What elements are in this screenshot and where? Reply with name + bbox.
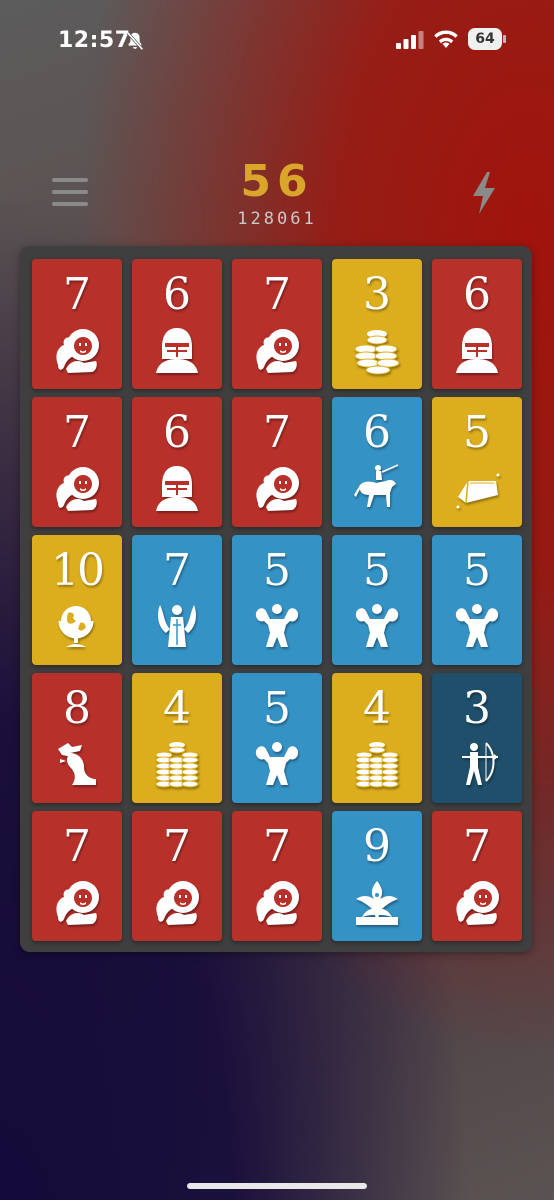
card-value: 4 xyxy=(163,683,191,734)
card-value: 6 xyxy=(363,407,391,458)
lion-icon xyxy=(256,329,299,373)
card-value: 5 xyxy=(363,545,391,596)
phoenix-icon xyxy=(356,881,398,925)
clock: 12:57 xyxy=(58,28,131,53)
card-value: 7 xyxy=(163,821,191,872)
lion-icon xyxy=(256,881,299,925)
cellular-signal-icon xyxy=(396,31,424,49)
card-value: 4 xyxy=(363,683,391,734)
game-board: 7 6 7 3 6 7 6 7 6 5 10 7 5 5 5 8 4 5 4 3 7 7 7 9 7 xyxy=(20,246,532,952)
wifi-icon xyxy=(434,30,458,48)
card-value: 7 xyxy=(263,407,291,458)
card-tile[interactable]: 4 xyxy=(332,673,422,803)
lion-icon xyxy=(56,467,99,511)
lion-icon xyxy=(156,881,199,925)
card-value: 5 xyxy=(263,683,291,734)
dragon-icon xyxy=(58,743,96,785)
strongman-icon xyxy=(355,604,399,647)
coins-icon xyxy=(354,329,400,375)
card-value: 10 xyxy=(51,545,105,596)
cavalry-icon xyxy=(353,464,399,508)
knight-helmet-icon xyxy=(156,466,198,511)
battery-level: 64 xyxy=(468,28,502,50)
card-value: 7 xyxy=(63,407,91,458)
card-tile[interactable]: 7 xyxy=(32,811,122,941)
card-tile[interactable]: 5 xyxy=(432,397,522,527)
card-tile[interactable]: 7 xyxy=(232,259,322,389)
strongman-icon xyxy=(255,742,299,785)
card-tile[interactable]: 6 xyxy=(132,259,222,389)
card-value: 6 xyxy=(463,269,491,320)
knight-helmet-icon xyxy=(456,328,498,373)
card-value: 8 xyxy=(63,683,91,734)
battery-indicator: 64 xyxy=(468,28,506,50)
card-tile[interactable]: 5 xyxy=(232,535,322,665)
card-tile[interactable]: 9 xyxy=(332,811,422,941)
lion-icon xyxy=(256,467,299,511)
card-value: 7 xyxy=(463,821,491,872)
lion-icon xyxy=(56,329,99,373)
home-indicator[interactable] xyxy=(187,1183,367,1189)
globe-icon xyxy=(58,604,94,649)
card-tile[interactable]: 4 xyxy=(132,673,222,803)
lightning-bolt-icon[interactable] xyxy=(468,170,500,216)
card-tile[interactable]: 8 xyxy=(32,673,122,803)
card-tile[interactable]: 5 xyxy=(432,535,522,665)
archer-icon xyxy=(461,742,499,786)
card-tile[interactable]: 7 xyxy=(32,259,122,389)
card-tile[interactable]: 7 xyxy=(432,811,522,941)
card-tile[interactable]: 3 xyxy=(432,673,522,803)
card-tile[interactable]: 6 xyxy=(432,259,522,389)
card-tile[interactable]: 7 xyxy=(32,397,122,527)
card-tile[interactable]: 7 xyxy=(232,811,322,941)
strongman-icon xyxy=(255,604,299,647)
card-value: 3 xyxy=(463,683,491,734)
status-bar: 12:57 64 xyxy=(0,0,554,80)
card-value: 7 xyxy=(263,821,291,872)
card-tile[interactable]: 6 xyxy=(332,397,422,527)
card-tile[interactable]: 5 xyxy=(332,535,422,665)
card-value: 6 xyxy=(163,269,191,320)
angel-icon xyxy=(157,604,197,648)
silent-bell-icon xyxy=(126,31,144,51)
coin-stacks-icon xyxy=(155,741,199,788)
card-tile[interactable]: 7 xyxy=(132,811,222,941)
card-value: 5 xyxy=(463,407,491,458)
card-tile[interactable]: 3 xyxy=(332,259,422,389)
lion-icon xyxy=(456,881,499,925)
card-value: 5 xyxy=(463,545,491,596)
card-value: 6 xyxy=(163,407,191,458)
lion-icon xyxy=(56,881,99,925)
gold-bar-icon xyxy=(455,472,501,510)
knight-helmet-icon xyxy=(156,328,198,373)
card-value: 3 xyxy=(363,269,391,320)
card-value: 7 xyxy=(63,821,91,872)
coin-stacks-icon xyxy=(355,741,399,788)
card-tile[interactable]: 7 xyxy=(132,535,222,665)
card-tile[interactable]: 10 xyxy=(32,535,122,665)
card-value: 7 xyxy=(63,269,91,320)
card-value: 5 xyxy=(263,545,291,596)
strongman-icon xyxy=(455,604,499,647)
card-tile[interactable]: 7 xyxy=(232,397,322,527)
card-value: 7 xyxy=(163,545,191,596)
card-tile[interactable]: 5 xyxy=(232,673,322,803)
card-tile[interactable]: 6 xyxy=(132,397,222,527)
card-value: 7 xyxy=(263,269,291,320)
card-value: 9 xyxy=(363,821,391,872)
